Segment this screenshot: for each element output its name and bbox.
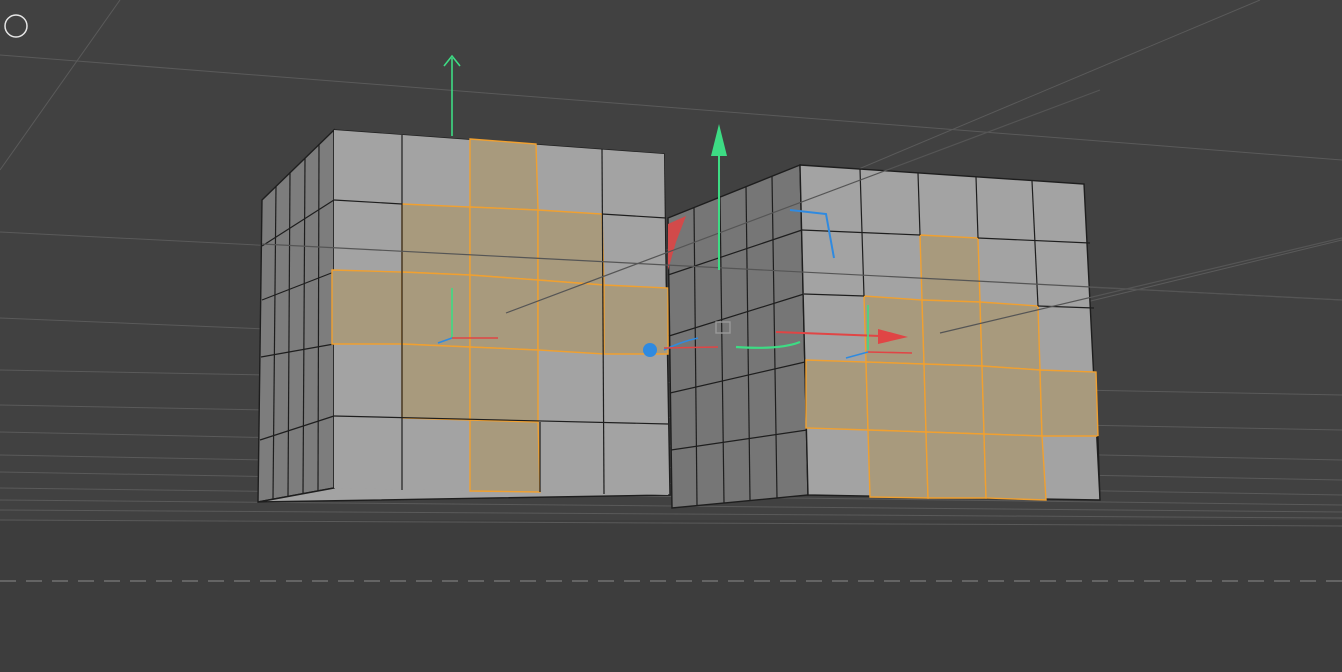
ground-plane bbox=[0, 520, 1342, 672]
grid-line bbox=[0, 54, 1342, 161]
cube-right-side-face[interactable] bbox=[667, 163, 809, 509]
z-axis-handle-dot[interactable] bbox=[643, 343, 657, 357]
3d-viewport[interactable] bbox=[0, 0, 1342, 672]
viewport-canvas[interactable] bbox=[0, 0, 1342, 672]
grid-line bbox=[0, 317, 291, 331]
circle-outline-icon[interactable] bbox=[4, 14, 28, 38]
local-x-axis bbox=[867, 351, 913, 354]
grid-line bbox=[0, 487, 1342, 506]
grid-line bbox=[0, 499, 1342, 513]
grid-line bbox=[0, 509, 1342, 519]
cube-right-front-face[interactable] bbox=[799, 164, 1101, 501]
cube-left-side-face[interactable] bbox=[257, 128, 335, 503]
x-axis-inner bbox=[663, 346, 719, 349]
grid-line bbox=[0, 0, 121, 171]
y-axis-arrow-icon[interactable] bbox=[711, 124, 727, 156]
